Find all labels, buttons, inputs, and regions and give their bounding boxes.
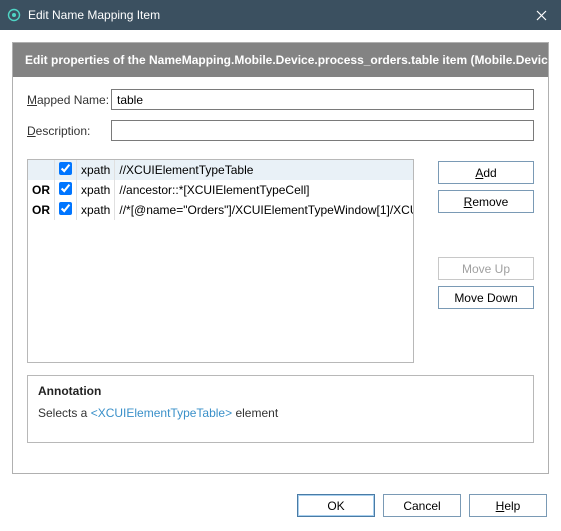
window-title: Edit Name Mapping Item <box>28 8 160 22</box>
remove-button[interactable]: Remove <box>438 190 534 213</box>
ok-button[interactable]: OK <box>297 494 375 517</box>
table-row[interactable]: xpath//XCUIElementTypeTable <box>28 160 414 180</box>
row-operator: OR <box>28 180 55 200</box>
dialog-content: Edit properties of the NameMapping.Mobil… <box>0 42 561 531</box>
middle-area: xpath//XCUIElementTypeTableORxpath//ance… <box>13 159 548 363</box>
mapped-name-input[interactable] <box>111 89 534 110</box>
row-checkbox-cell <box>55 200 77 220</box>
annotation-text: Selects a <XCUIElementTypeTable> element <box>38 406 523 420</box>
selectors-grid[interactable]: xpath//XCUIElementTypeTableORxpath//ance… <box>27 159 414 363</box>
row-value[interactable]: //ancestor::*[XCUIElementTypeCell] <box>115 180 414 200</box>
row-checkbox-cell <box>55 160 77 180</box>
side-buttons: Add Remove Move Up Move Down <box>438 159 534 363</box>
help-button[interactable]: Help <box>469 494 547 517</box>
selectors-table: xpath//XCUIElementTypeTableORxpath//ance… <box>28 160 414 220</box>
table-row[interactable]: OR xpath//*[@name="Orders"]/XCUIElementTy… <box>28 200 414 220</box>
mapped-name-row: Mapped Name: <box>27 89 534 110</box>
add-button[interactable]: Add <box>438 161 534 184</box>
row-checkbox[interactable] <box>59 162 72 175</box>
close-icon <box>536 10 547 21</box>
row-operator: OR <box>28 200 55 220</box>
move-down-button[interactable]: Move Down <box>438 286 534 309</box>
annotation-title: Annotation <box>38 384 523 398</box>
row-value[interactable]: //XCUIElementTypeTable <box>115 160 414 180</box>
cancel-button[interactable]: Cancel <box>383 494 461 517</box>
form-area: Mapped Name: Description: <box>13 77 548 159</box>
move-up-button: Move Up <box>438 257 534 280</box>
app-icon <box>6 7 22 23</box>
row-type[interactable]: xpath <box>77 200 115 220</box>
header-strip: Edit properties of the NameMapping.Mobil… <box>13 43 548 77</box>
table-row[interactable]: OR xpath//ancestor::*[XCUIElementTypeCell… <box>28 180 414 200</box>
annotation-element-link[interactable]: <XCUIElementTypeTable> <box>91 406 232 420</box>
titlebar: Edit Name Mapping Item <box>0 0 561 30</box>
row-value[interactable]: //*[@name="Orders"]/XCUIElementTypeWindo… <box>115 200 414 220</box>
row-operator <box>28 160 55 180</box>
description-row: Description: <box>27 120 534 141</box>
row-checkbox[interactable] <box>59 202 72 215</box>
description-input[interactable] <box>111 120 534 141</box>
row-checkbox[interactable] <box>59 182 72 195</box>
annotation-panel: Annotation Selects a <XCUIElementTypeTab… <box>27 375 534 443</box>
close-button[interactable] <box>521 0 561 30</box>
row-type[interactable]: xpath <box>77 180 115 200</box>
mapped-name-label: Mapped Name: <box>27 93 111 107</box>
row-type[interactable]: xpath <box>77 160 115 180</box>
main-panel: Edit properties of the NameMapping.Mobil… <box>12 42 549 474</box>
row-checkbox-cell <box>55 180 77 200</box>
description-label: Description: <box>27 124 111 138</box>
bottom-bar: OK Cancel Help <box>0 484 561 531</box>
